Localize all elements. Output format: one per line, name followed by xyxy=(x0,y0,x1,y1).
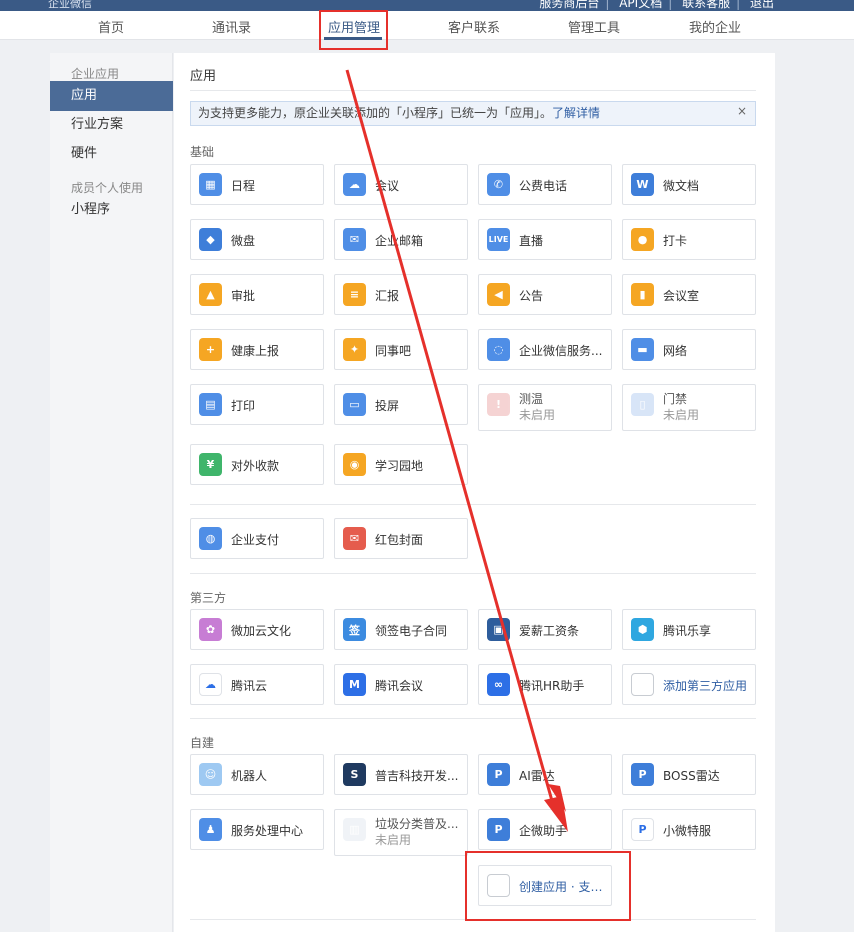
annotation-arrow xyxy=(345,69,568,832)
